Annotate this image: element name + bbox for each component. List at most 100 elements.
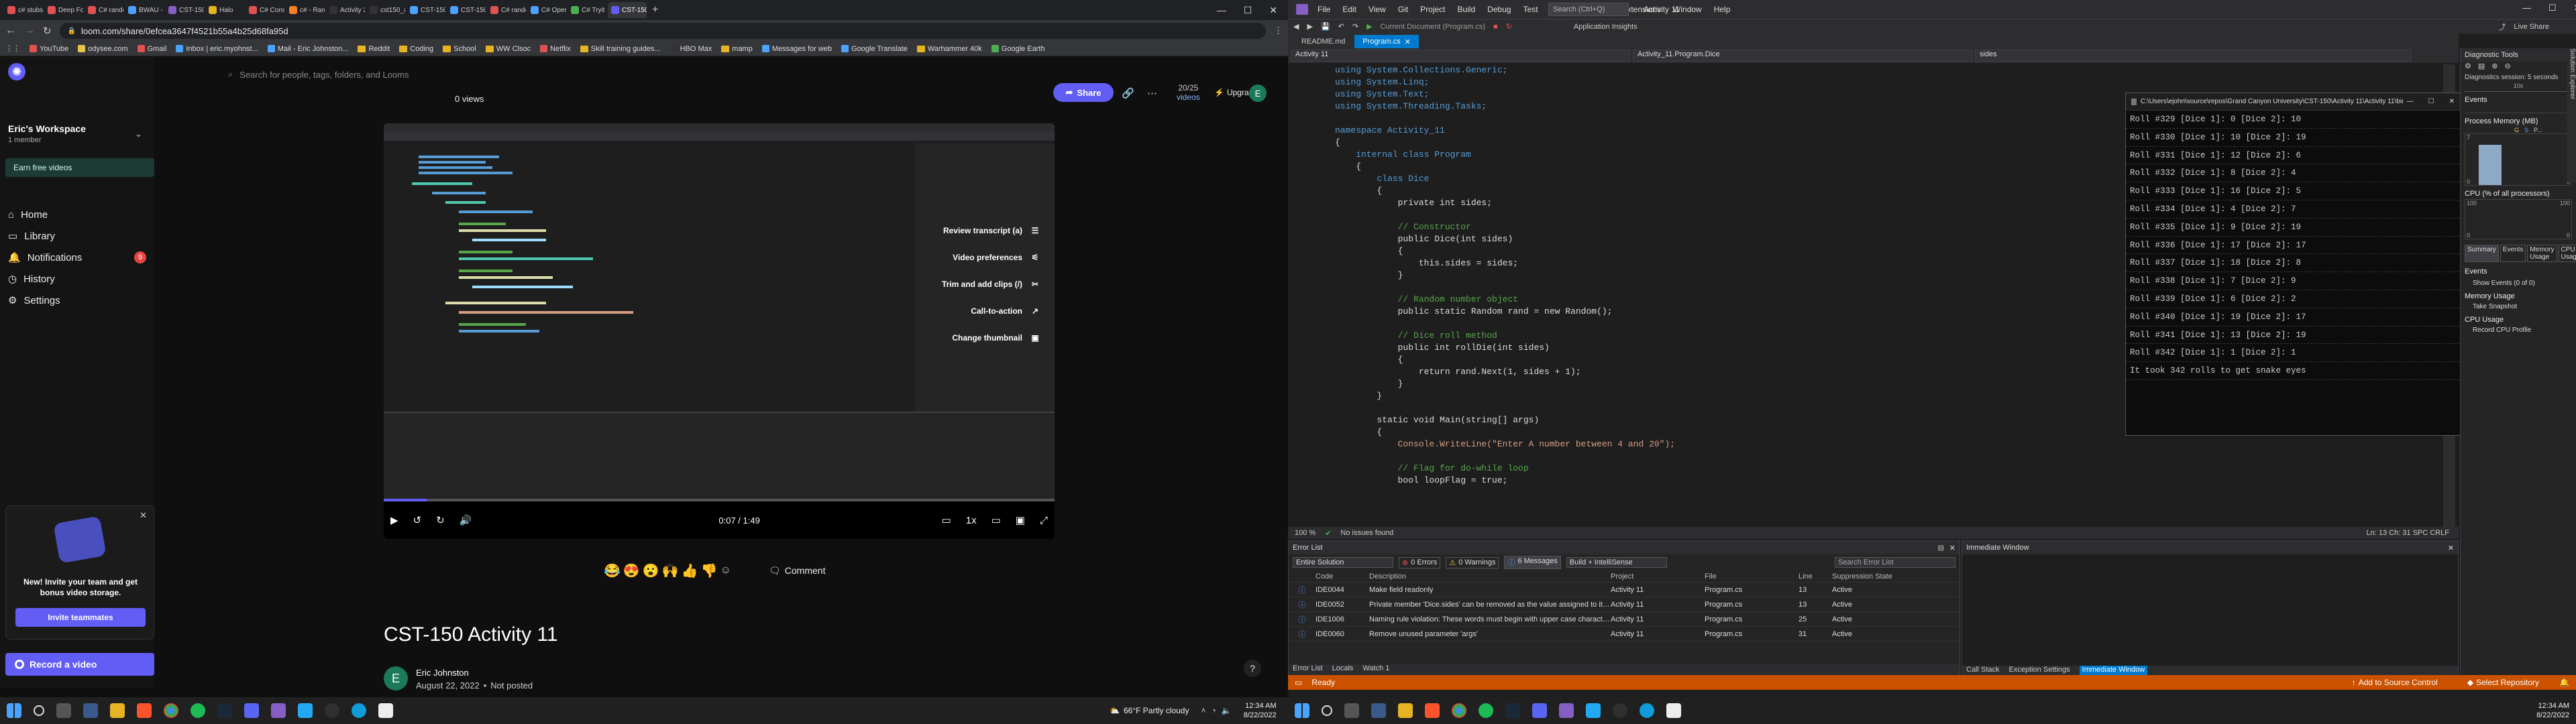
- widgets-icon[interactable]: [1371, 703, 1386, 718]
- browser-tab[interactable]: cst150_act: [366, 2, 405, 18]
- windows-start-icon[interactable]: [7, 703, 21, 718]
- close-icon[interactable]: ✕: [2574, 3, 2576, 13]
- diag-tab[interactable]: Memory Usage: [2527, 245, 2557, 262]
- column-header[interactable]: Line: [1799, 572, 1832, 581]
- pin-icon[interactable]: ⊟: [1938, 544, 1944, 552]
- discord-icon[interactable]: [244, 703, 259, 718]
- browser-tab[interactable]: c# - Rand: [286, 2, 325, 18]
- debug-target[interactable]: Current Document (Program.cs): [1381, 23, 1486, 31]
- share-button[interactable]: [476, 83, 477, 84]
- app-insights[interactable]: Application Insights: [1574, 23, 1638, 31]
- windows-start-icon[interactable]: [1295, 703, 1309, 718]
- close-icon[interactable]: ✕: [2448, 544, 2454, 552]
- new-tab-icon[interactable]: +: [652, 4, 658, 16]
- build-filter[interactable]: Build + IntelliSense: [1566, 557, 1667, 568]
- errors-filter[interactable]: ⊗ 0 Errors: [1399, 556, 1441, 568]
- column-header[interactable]: Suppression State: [1832, 572, 1913, 581]
- column-header[interactable]: File: [1705, 572, 1799, 581]
- search-icon[interactable]: [34, 705, 44, 716]
- record-video-button[interactable]: Record a video: [5, 653, 154, 676]
- brave-icon[interactable]: [137, 703, 152, 718]
- browser-tab[interactable]: CST-150: [608, 2, 647, 18]
- zoom-level[interactable]: 100 %: [1295, 529, 1316, 537]
- obs-icon[interactable]: [325, 703, 339, 718]
- play-icon[interactable]: ▶: [390, 514, 398, 526]
- tab-program[interactable]: Program.cs ✕: [1354, 35, 1419, 48]
- vs-menu-item[interactable]: Git: [1398, 5, 1408, 14]
- vs-menu-item[interactable]: Help: [1714, 5, 1731, 14]
- tab-readme[interactable]: README.md: [1293, 35, 1353, 48]
- search-icon[interactable]: [1322, 705, 1332, 716]
- bookmark-item[interactable]: Mail - Eric Johnston...: [267, 45, 348, 53]
- steam-icon[interactable]: [217, 703, 232, 718]
- nav-settings[interactable]: ⚙ Settings: [0, 290, 154, 311]
- bookmark-item[interactable]: Gmail: [137, 45, 166, 53]
- browser-tab[interactable]: C# Tryit Ed: [568, 2, 606, 18]
- solution-explorer-side-tab[interactable]: Solution Explorer: [2567, 48, 2576, 182]
- console-window[interactable]: C:\Users\ejohn\source\repos\Grand Canyon…: [2125, 93, 2461, 436]
- notifications-icon[interactable]: 🔔: [2559, 678, 2569, 687]
- scope-select[interactable]: Entire Solution: [1293, 557, 1393, 568]
- nav-member[interactable]: sides: [1975, 50, 2411, 62]
- nav-notifications[interactable]: 🔔 Notifications 9: [0, 247, 154, 268]
- tray-icons[interactable]: ˄ ◔ 🔈: [1201, 706, 1231, 715]
- column-header[interactable]: Project: [1611, 572, 1705, 581]
- reaction-emoji[interactable]: 😮: [643, 562, 659, 579]
- add-reaction-icon[interactable]: ☺: [720, 564, 731, 577]
- task-view-icon[interactable]: [1344, 703, 1359, 718]
- settings-icon[interactable]: ⚙: [2465, 62, 2471, 74]
- reaction-emoji[interactable]: 🙌: [662, 562, 679, 579]
- speed-icon[interactable]: 1x: [966, 515, 977, 526]
- browser-tab[interactable]: Activity 2: [326, 2, 365, 18]
- extensions-icon[interactable]: ⋮: [1274, 25, 1283, 36]
- video-menu-item[interactable]: Video preferences ⚟: [880, 244, 1041, 271]
- nav-class[interactable]: Activity_11.Program.Dice: [1633, 50, 1972, 62]
- bookmark-item[interactable]: Warhammer 40k: [916, 45, 982, 53]
- source-control[interactable]: ↑ Add to Source Control: [2352, 678, 2438, 687]
- minimize-icon[interactable]: —: [1217, 5, 1226, 16]
- vs-menu-item[interactable]: Debug: [1487, 5, 1511, 14]
- select-repo[interactable]: ◆ Select Repository: [2467, 678, 2539, 687]
- bottom-tab[interactable]: Locals: [1332, 664, 1354, 675]
- restart-icon[interactable]: ↻: [1506, 22, 1512, 31]
- progress-bar[interactable]: [384, 499, 1055, 501]
- captions-icon[interactable]: ▭: [942, 514, 951, 526]
- vs-menu-item[interactable]: File: [1318, 5, 1330, 14]
- edge-icon[interactable]: [1640, 703, 1654, 718]
- browser-tab[interactable]: BWAU -: [125, 2, 164, 18]
- bookmark-item[interactable]: Skill training guides...: [580, 45, 661, 53]
- obs-icon[interactable]: [1613, 703, 1627, 718]
- bookmark-item[interactable]: Inbox | eric.myohnst...: [176, 45, 258, 53]
- clock[interactable]: 12:34 AM 8/22/2022: [2536, 701, 2569, 720]
- show-events-link[interactable]: Show Events (0 of 0): [2461, 278, 2576, 288]
- vscode-icon[interactable]: [1586, 703, 1601, 718]
- bookmark-item[interactable]: School: [443, 45, 476, 53]
- error-row[interactable]: ⓘ IDE0060 Remove unused parameter 'args' Ac…: [1289, 627, 1960, 642]
- video-menu-item[interactable]: Trim and add clips (/) ✂: [880, 271, 1041, 298]
- fullscreen-icon[interactable]: ⤢: [1040, 515, 1048, 526]
- immediate-body[interactable]: [1962, 554, 2458, 666]
- bookmark-item[interactable]: Messages for web: [761, 45, 832, 53]
- close-icon[interactable]: ✕: [2449, 98, 2455, 105]
- close-icon[interactable]: ✕: [140, 510, 147, 521]
- browser-tab[interactable]: Halo: [205, 2, 244, 18]
- vs-menu-item[interactable]: Edit: [1342, 5, 1356, 14]
- discord-icon[interactable]: [1532, 703, 1547, 718]
- author-avatar[interactable]: E: [384, 666, 408, 690]
- close-icon[interactable]: ✕: [1405, 38, 1411, 46]
- brave-icon[interactable]: [1425, 703, 1440, 718]
- save-icon[interactable]: 💾: [1321, 22, 1330, 31]
- close-icon[interactable]: ✕: [1949, 544, 1955, 552]
- undo-icon[interactable]: ↶: [1338, 22, 1344, 31]
- browser-tab[interactable]: C# Operat: [527, 2, 566, 18]
- bottom-tab[interactable]: Watch 1: [1362, 664, 1389, 675]
- steam-icon[interactable]: [1505, 703, 1520, 718]
- minimize-icon[interactable]: —: [2522, 3, 2531, 13]
- nav-home[interactable]: ⌂ Home: [0, 204, 154, 225]
- forward-icon[interactable]: ▶: [1307, 22, 1312, 31]
- error-row[interactable]: ⓘ IDE0052 Private member 'Dice.sides' can …: [1289, 597, 1960, 612]
- terminal-icon[interactable]: [378, 703, 393, 718]
- error-row[interactable]: ⓘ IDE1006 Naming rule violation: These wor…: [1289, 612, 1960, 627]
- video-player[interactable]: Review transcript (a) ☰ Video preferences ⚟…: [384, 123, 1055, 539]
- nav-library[interactable]: ▭ Library: [0, 225, 154, 247]
